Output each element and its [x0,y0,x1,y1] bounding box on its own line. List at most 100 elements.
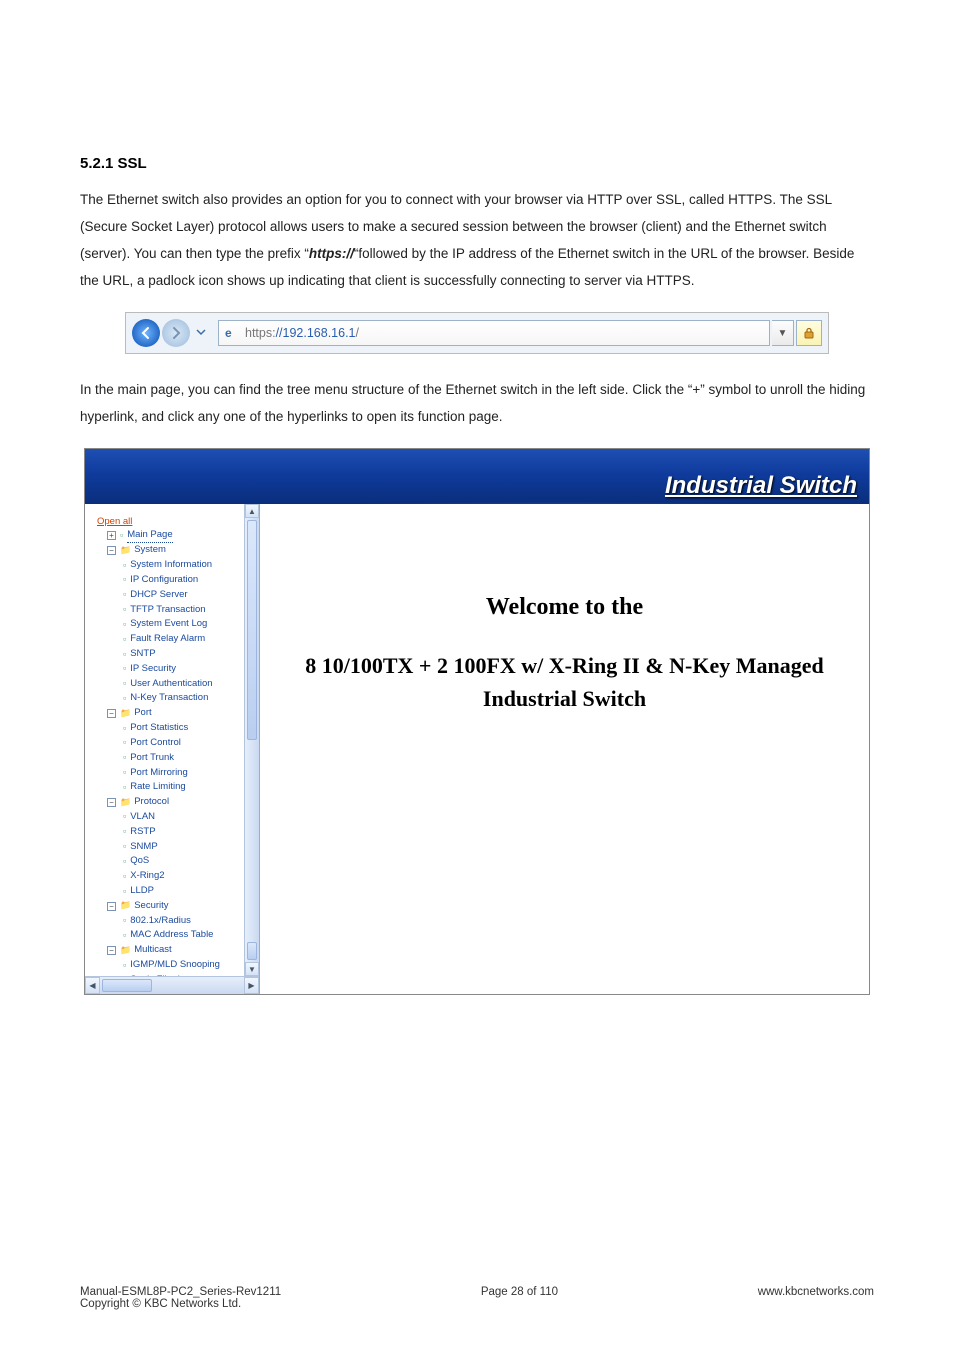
tree-item[interactable]: System Information [97,559,240,573]
folder-icon [120,899,134,913]
collapse-icon[interactable]: − [107,902,116,911]
banner-title: Industrial Switch [665,472,857,500]
url-text: https://192.168.16.1/ [245,326,359,340]
collapse-icon[interactable]: − [107,946,116,955]
tree-item[interactable]: LLDP [97,885,240,899]
tree-item[interactable]: IGMP/MLD Snooping [97,959,240,973]
tree-scroll-area[interactable]: Open all + Main Page −System System Infor… [85,504,244,976]
tree-item[interactable]: Port Control [97,736,240,750]
page-icon [123,914,130,928]
tree-item[interactable]: SNTP [97,648,240,662]
page-icon [123,781,130,795]
tree-item[interactable]: IP Configuration [97,573,240,587]
tree-label: System Event Log [130,618,207,631]
ie-icon: e [225,326,239,340]
collapse-icon[interactable]: − [107,798,116,807]
tree-item[interactable]: RSTP [97,825,240,839]
tree-label: TFTP Transaction [130,604,205,617]
switch-body: Open all + Main Page −System System Infor… [85,504,869,994]
tree-label: 802.1x/Radius [130,915,191,928]
section-heading: 5.2.1 SSL [80,155,874,172]
tree-item[interactable]: N-Key Transaction [97,692,240,706]
tree-main-page[interactable]: + Main Page [97,529,240,543]
tree-item[interactable]: X-Ring2 [97,870,240,884]
footer-url: www.kbcnetworks.com [758,1286,874,1310]
page-icon [123,766,130,780]
paragraph-2: In the main page, you can find the tree … [80,376,874,430]
folder-icon [120,944,134,958]
scroll-right-button[interactable]: ▶ [244,977,259,994]
tree-label: DHCP Server [130,589,187,602]
tree-vertical-scrollbar[interactable]: ▲ ▼ [244,504,259,976]
tree-horizontal-scrollbar[interactable]: ◀ ▶ [85,976,259,994]
tree-label: MAC Address Table [130,929,213,942]
folder-icon [120,707,134,721]
tree-label: N-Key Transaction [130,692,208,705]
arrow-left-icon [139,326,153,340]
tree-item[interactable]: Port Trunk [97,751,240,765]
scroll-thumb-h[interactable] [102,979,152,992]
tree-label: Port Statistics [130,722,188,735]
tree-item[interactable]: IP Security [97,662,240,676]
tree-port[interactable]: − Port [97,707,240,721]
tree-item[interactable]: QoS [97,855,240,869]
arrow-right-icon [169,326,183,340]
page-icon [123,603,130,617]
url-input[interactable]: e https://192.168.16.1/ [218,320,770,346]
tree-item[interactable]: Rate Limiting [97,781,240,795]
open-all-link[interactable]: Open all [97,516,240,527]
scroll-thumb[interactable] [247,520,257,740]
switch-banner: Industrial Switch [85,449,869,504]
page-icon [123,870,130,884]
url-dropdown-button[interactable]: ▼ [772,320,794,346]
tree-item[interactable]: DHCP Server [97,588,240,602]
tree-label: SNMP [130,841,157,854]
tree-item[interactable]: SNMP [97,840,240,854]
page-footer: Manual-ESML8P-PC2_Series-Rev1211 Copyrig… [80,1286,874,1310]
content-panel: Welcome to the 8 10/100TX + 2 100FX w/ X… [260,504,869,994]
page-icon [123,885,130,899]
tree-item[interactable]: TFTP Transaction [97,603,240,617]
page-icon [123,677,130,691]
tree-label: System Information [130,559,212,572]
page-icon [123,840,130,854]
ssl-padlock[interactable] [796,320,822,346]
tree-label: Main Page [127,529,172,543]
page-icon [123,648,130,662]
nav-forward-button[interactable] [162,319,190,347]
scroll-up-button[interactable]: ▲ [245,504,259,518]
tree-label: Security [134,900,168,913]
tree-multicast[interactable]: −Multicast [97,944,240,958]
tree-label: LLDP [130,885,154,898]
collapse-icon[interactable]: − [107,709,116,718]
tree-security[interactable]: − Security [97,899,240,913]
nav-back-button[interactable] [132,319,160,347]
scroll-down-button[interactable]: ▼ [245,962,259,976]
expand-icon[interactable]: + [107,531,116,540]
tree-item[interactable]: MAC Address Table [97,929,240,943]
scroll-thumb-bottom[interactable] [247,942,257,960]
chevron-down-icon [196,327,206,337]
tree-item[interactable]: User Authentication [97,677,240,691]
tree-item[interactable]: Fault Relay Alarm [97,633,240,647]
nav-history-dropdown[interactable] [196,324,210,342]
tree-item[interactable]: Port Mirroring [97,766,240,780]
page-icon [123,825,130,839]
tree-item[interactable]: VLAN [97,810,240,824]
collapse-icon[interactable]: − [107,546,116,555]
scroll-left-button[interactable]: ◀ [85,977,100,994]
footer-copyright: Copyright © KBC Networks Ltd. [80,1298,281,1310]
lock-icon [802,326,816,340]
tree-label: VLAN [130,811,155,824]
url-scheme: https: [245,326,276,340]
page-icon [123,959,130,973]
tree-protocol[interactable]: − Protocol [97,796,240,810]
tree-label: Port [134,707,151,720]
tree-item[interactable]: System Event Log [97,618,240,632]
tree-label: Protocol [134,796,169,809]
tree-item[interactable]: Port Statistics [97,722,240,736]
page-icon [123,662,130,676]
tree-label: Fault Relay Alarm [130,633,205,646]
tree-system[interactable]: −System [97,544,240,558]
tree-item[interactable]: 802.1x/Radius [97,914,240,928]
